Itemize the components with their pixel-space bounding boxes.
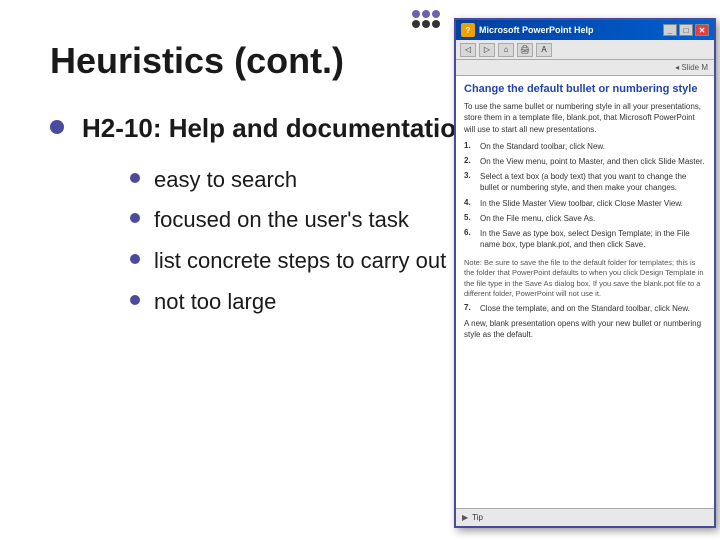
restore-button[interactable]: □ bbox=[679, 24, 693, 36]
main-bullet-text: H2-10: Help and documentation bbox=[82, 112, 472, 146]
sub-bullet-dot-2 bbox=[130, 213, 140, 223]
close-button[interactable]: ✕ bbox=[695, 24, 709, 36]
sub-bullet-text-4: not too large bbox=[154, 288, 276, 317]
help-step-2: 2. On the View menu, point to Master, an… bbox=[464, 156, 706, 167]
step-number-2: 2. bbox=[464, 156, 476, 165]
forward-button[interactable]: ▷ bbox=[479, 43, 495, 57]
step-text-1: On the Standard toolbar, click New. bbox=[480, 141, 706, 152]
step-text-5: On the File menu, click Save As. bbox=[480, 213, 706, 224]
help-app-icon: ? bbox=[461, 23, 475, 37]
help-note: Note: Be sure to save the file to the de… bbox=[464, 258, 706, 299]
home-button[interactable]: ⌂ bbox=[498, 43, 514, 57]
tip-arrow-icon: ▶ bbox=[462, 513, 468, 522]
sub-bullet-dot-1 bbox=[130, 173, 140, 183]
help-article-title: Change the default bullet or numbering s… bbox=[464, 82, 706, 96]
bullet-dot-main bbox=[50, 120, 64, 134]
help-footer: ▶ Tip bbox=[456, 508, 714, 526]
sub-bullet-text-3: list concrete steps to carry out bbox=[154, 247, 446, 276]
window-controls[interactable]: _ □ ✕ bbox=[663, 24, 709, 36]
footer-tip-label: Tip bbox=[472, 513, 483, 522]
minimize-button[interactable]: _ bbox=[663, 24, 677, 36]
help-step-6: 6. In the Save as type box, select Desig… bbox=[464, 228, 706, 250]
step-number-4: 4. bbox=[464, 198, 476, 207]
sub-bullet-text-2: focused on the user's task bbox=[154, 206, 409, 235]
decorative-dots bbox=[412, 10, 440, 28]
back-button[interactable]: ◁ bbox=[460, 43, 476, 57]
text-size-button[interactable]: A bbox=[536, 43, 552, 57]
slide-label: ◂ Slide M bbox=[675, 63, 708, 72]
step-text-7: Close the template, and on the Standard … bbox=[480, 303, 706, 314]
titlebar-left: ? Microsoft PowerPoint Help bbox=[461, 23, 594, 37]
step-number-3: 3. bbox=[464, 171, 476, 180]
sub-bullet-dot-4 bbox=[130, 295, 140, 305]
help-titlebar: ? Microsoft PowerPoint Help _ □ ✕ bbox=[456, 20, 714, 40]
help-step-4: 4. In the Slide Master View toolbar, cli… bbox=[464, 198, 706, 209]
help-content: Change the default bullet or numbering s… bbox=[456, 76, 714, 508]
help-toolbar: ◁ ▷ ⌂ 🖨 A bbox=[456, 40, 714, 60]
step-text-6: In the Save as type box, select Design T… bbox=[480, 228, 706, 250]
sub-bullet-text-1: easy to search bbox=[154, 166, 297, 195]
step-text-2: On the View menu, point to Master, and t… bbox=[480, 156, 706, 167]
help-search-bar: ◂ Slide M bbox=[456, 60, 714, 76]
step-number-6: 6. bbox=[464, 228, 476, 237]
sub-bullet-dot-3 bbox=[130, 254, 140, 264]
help-intro: To use the same bullet or numbering styl… bbox=[464, 101, 706, 135]
step-number-1: 1. bbox=[464, 141, 476, 150]
help-window-title: Microsoft PowerPoint Help bbox=[479, 25, 594, 35]
help-step-3: 3. Select a text box (a body text) that … bbox=[464, 171, 706, 193]
print-button[interactable]: 🖨 bbox=[517, 43, 533, 57]
step-number-7: 7. bbox=[464, 303, 476, 312]
help-step-1: 1. On the Standard toolbar, click New. bbox=[464, 141, 706, 152]
step-text-4: In the Slide Master View toolbar, click … bbox=[480, 198, 706, 209]
help-window: ? Microsoft PowerPoint Help _ □ ✕ ◁ ▷ ⌂ … bbox=[454, 18, 716, 528]
help-step-5: 5. On the File menu, click Save As. bbox=[464, 213, 706, 224]
step-text-3: Select a text box (a body text) that you… bbox=[480, 171, 706, 193]
step-number-5: 5. bbox=[464, 213, 476, 222]
help-ending: A new, blank presentation opens with you… bbox=[464, 318, 706, 340]
help-step-7: 7. Close the template, and on the Standa… bbox=[464, 303, 706, 314]
